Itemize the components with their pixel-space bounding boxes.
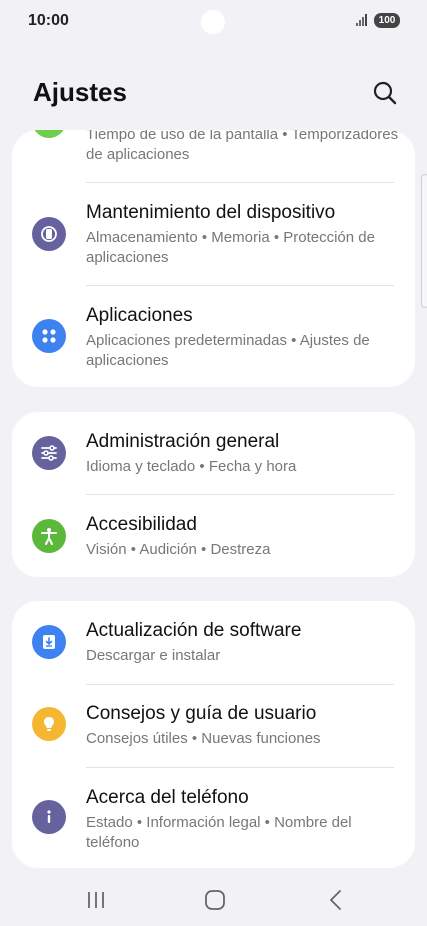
info-icon	[32, 800, 66, 834]
back-button[interactable]	[322, 886, 350, 914]
item-title: Consejos y guía de usuario	[86, 703, 317, 724]
scrollbar-handle[interactable]	[421, 174, 427, 308]
item-title: Aplicaciones	[86, 305, 193, 326]
status-time: 10:00	[28, 12, 69, 29]
page-title: Ajustes	[33, 77, 127, 107]
item-subtitle: Aplicaciones predeterminadas • Ajustes d…	[86, 332, 370, 369]
lightbulb-icon	[32, 707, 66, 741]
settings-item-apps[interactable]: Aplicaciones Aplicaciones predeterminada…	[12, 286, 415, 387]
item-subtitle: Visión • Audición • Destreza	[86, 541, 271, 558]
back-icon	[330, 890, 341, 910]
settings-item-accessibility[interactable]: Accesibilidad Visión • Audición • Destre…	[12, 495, 415, 577]
settings-item-tips[interactable]: Consejos y guía de usuario Consejos útil…	[12, 685, 415, 767]
home-button[interactable]	[201, 886, 229, 914]
settings-item-software-update[interactable]: Actualización de software Descargar e in…	[12, 601, 415, 684]
settings-item-about-phone[interactable]: Acerca del teléfono Estado • Información…	[12, 768, 415, 868]
signal-icon	[356, 14, 370, 26]
item-title: Mantenimiento del dispositivo	[86, 202, 336, 223]
home-icon	[205, 890, 225, 910]
item-subtitle: Idioma y teclado • Fecha y hora	[86, 458, 297, 475]
item-title: Accesibilidad	[86, 514, 197, 535]
settings-screen: 10:00 100 Ajustes Tiempo de uso de la pa…	[0, 0, 427, 926]
settings-group-2: Administración general Idioma y teclado …	[12, 412, 415, 577]
item-subtitle: Descargar e instalar	[86, 647, 221, 664]
software-update-icon	[32, 625, 66, 659]
settings-group-1: Tiempo de uso de la pantalla • Temporiza…	[12, 130, 415, 387]
item-subtitle: Consejos útiles • Nuevas funciones	[86, 730, 321, 747]
accessibility-icon	[32, 519, 66, 553]
navigation-bar	[0, 872, 427, 926]
item-title: Administración general	[86, 431, 280, 452]
digital-wellbeing-icon	[32, 130, 66, 138]
apps-icon	[32, 319, 66, 353]
item-subtitle: Almacenamiento • Memoria • Protección de…	[86, 229, 375, 266]
recents-icon	[88, 892, 104, 908]
status-bar: 10:00 100	[0, 0, 427, 44]
item-subtitle: Estado • Información legal • Nombre del …	[86, 814, 352, 851]
battery-icon: 100	[374, 13, 400, 28]
item-title: Actualización de software	[86, 620, 302, 641]
device-care-icon	[32, 217, 66, 251]
settings-item-general-management[interactable]: Administración general Idioma y teclado …	[12, 412, 415, 495]
recents-button[interactable]	[82, 886, 110, 914]
search-icon	[373, 81, 397, 105]
search-button[interactable]	[370, 78, 400, 108]
item-subtitle: Tiempo de uso de la pantalla • Temporiza…	[86, 130, 399, 163]
sliders-icon	[32, 436, 66, 470]
front-camera	[201, 10, 225, 34]
settings-group-3: Actualización de software Descargar e in…	[12, 601, 415, 868]
battery-level: 100	[378, 15, 396, 26]
item-title: Acerca del teléfono	[86, 787, 249, 808]
settings-item-device-care[interactable]: Mantenimiento del dispositivo Almacenami…	[12, 183, 415, 286]
settings-item-digital-wellbeing[interactable]: Tiempo de uso de la pantalla • Temporiza…	[12, 130, 415, 180]
